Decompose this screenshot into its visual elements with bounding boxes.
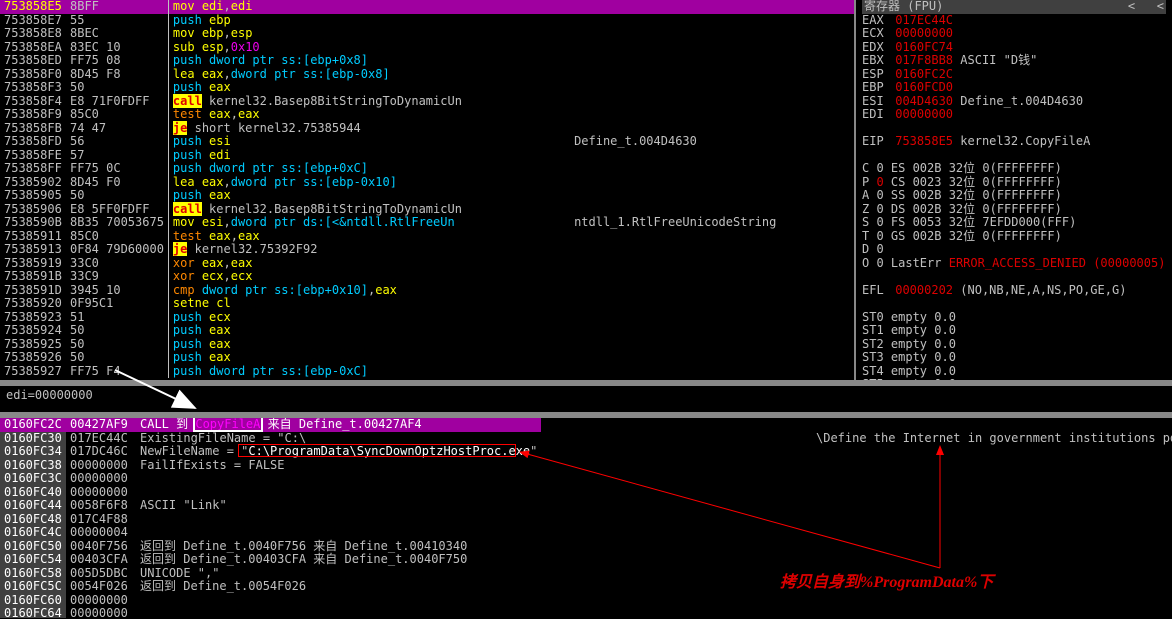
stack-row[interactable]: 0160FC500040F756返回到 Define_t.0040F756 来自… [0,540,541,554]
stack-row[interactable]: 0160FC5400403CFA返回到 Define_t.00403CFA 来自… [0,553,541,567]
register-line: S 0 FS 0053 32位 7EFDD000(FFF) [862,216,1166,230]
highlight-box-newfilename [238,444,516,457]
disasm-row[interactable]: 753859200F95C1setne cl [0,297,854,311]
register-line: EFL 00000202 (NO,NB,NE,A,NS,PO,GE,G) [862,284,1166,298]
disasm-row[interactable]: 75385927FF75 F4push dword ptr ss:[ebp-0x… [0,365,854,379]
stack-row[interactable]: 0160FC3C00000000 [0,472,541,486]
disasm-row[interactable]: 7538591D3945 10cmp dword ptr ss:[ebp+0x1… [0,284,854,298]
registers-pane[interactable]: 寄存器 (FPU)< < EAX 017EC44C ECX 00000000 E… [856,0,1172,380]
stack-row[interactable]: 0160FC440058F6F8ASCII "Link" [0,499,541,513]
register-line: ST1 empty 0.0 [862,324,1166,338]
highlight-box-copyfilea [193,418,263,432]
register-line: EDI 00000000 [862,108,1166,122]
disasm-row[interactable]: 753858EDFF75 08push dword ptr ss:[ebp+0x… [0,54,854,68]
register-line: D 0 [862,243,1166,257]
disasm-row[interactable]: 753858FFFF75 0Cpush dword ptr ss:[ebp+0x… [0,162,854,176]
register-line: EBP 0160FCD0 [862,81,1166,95]
disasm-row[interactable]: 753858F08D45 F8lea eax,dword ptr ss:[ebp… [0,68,854,82]
disasm-row[interactable]: 7538591185C0test eax,eax [0,230,854,244]
register-line: ST0 empty 0.0 [862,311,1166,325]
stack-row[interactable]: 0160FC30017EC44CExistingFileName = "C:\\… [0,432,541,446]
stack-row[interactable]: 0160FC3800000000FailIfExists = FALSE [0,459,541,473]
stack-pane[interactable]: 0160FC2C00427AF9CALL 到 CopyFileA 来自 Defi… [0,418,1172,618]
register-line: ESI 004D4630 Define_t.004D4630 [862,95,1166,109]
register-line: ST5 empty 0.0 [862,378,1166,380]
register-line: EIP 753858E5 kernel32.CopyFileA [862,135,1166,149]
disasm-row[interactable]: 753858FE57push edi [0,149,854,163]
info-line: edi=00000000 [0,386,1172,412]
disasm-row[interactable]: 753858F4E8 71F0FDFFcall kernel32.Basep8B… [0,95,854,109]
disasm-row[interactable]: 7538591B33C9xor ecx,ecx [0,270,854,284]
disasm-row[interactable]: 7538592650push eax [0,351,854,365]
register-line: EDX 0160FC74 [862,41,1166,55]
disasm-row[interactable]: 75385906E8 5FF0FDFFcall kernel32.Basep8B… [0,203,854,217]
stack-row[interactable]: 0160FC58005D5DBCUNICODE "," [0,567,541,581]
stack-row[interactable]: 0160FC6400000000 [0,607,541,618]
disasm-row[interactable]: 7538592351push ecx [0,311,854,325]
stack-row[interactable]: 0160FC48017C4F88 [0,513,541,527]
stack-row[interactable]: 0160FC4000000000 [0,486,541,500]
disasm-row[interactable]: 753858F350push eax [0,81,854,95]
register-line: ESP 0160FC2C [862,68,1166,82]
disasm-row[interactable]: 753858EA83EC 10sub esp,0x10 [0,41,854,55]
disasm-row[interactable]: 753858FB74 47je short kernel32.75385944 [0,122,854,136]
disassembly-pane[interactable]: 753858E58BFFmov edi,edi753858E755push eb… [0,0,854,380]
register-line: ST3 empty 0.0 [862,351,1166,365]
register-line: ECX 00000000 [862,27,1166,41]
disasm-row[interactable]: 753858E58BFFmov edi,edi [0,0,854,14]
register-line [862,297,1166,311]
register-line: C 0 ES 002B 32位 0(FFFFFFFF) [862,162,1166,176]
disasm-row[interactable]: 753858FD56push esiDefine_t.004D4630 [0,135,854,149]
disasm-row[interactable]: 753858F985C0test eax,eax [0,108,854,122]
stack-row[interactable]: 0160FC2C00427AF9CALL 到 CopyFileA 来自 Defi… [0,418,541,432]
register-line: ST2 empty 0.0 [862,338,1166,352]
disasm-row[interactable]: 7538590B8B35 70053675mov esi,dword ptr d… [0,216,854,230]
register-line: Z 0 DS 002B 32位 0(FFFFFFFF) [862,203,1166,217]
red-annotation-text: 拷贝自身到%ProgramData%下 [780,568,993,592]
register-line: P 0 CS 0023 32位 0(FFFFFFFF) [862,176,1166,190]
register-line: EAX 017EC44C [862,14,1166,28]
stack-row[interactable]: 0160FC5C0054F026返回到 Define_t.0054F026 [0,580,541,594]
disasm-row[interactable]: 753859130F84 79D60000je kernel32.75392F9… [0,243,854,257]
disasm-row[interactable]: 753858E88BECmov ebp,esp [0,27,854,41]
stack-row[interactable]: 0160FC4C00000004 [0,526,541,540]
register-line: A 0 SS 002B 32位 0(FFFFFFFF) [862,189,1166,203]
register-line [862,122,1166,136]
disasm-row[interactable]: 7538592450push eax [0,324,854,338]
disasm-row[interactable]: 7538591933C0xor eax,eax [0,257,854,271]
register-line: EBX 017F8BB8 ASCII "D钱" [862,54,1166,68]
disasm-row[interactable]: 753859028D45 F0lea eax,dword ptr ss:[ebp… [0,176,854,190]
disasm-row[interactable]: 7538590550push eax [0,189,854,203]
register-line: ST4 empty 0.0 [862,365,1166,379]
registers-title: 寄存器 (FPU)< < [862,0,1166,14]
register-line: T 0 GS 002B 32位 0(FFFFFFFF) [862,230,1166,244]
disasm-row[interactable]: 7538592550push eax [0,338,854,352]
register-line [862,149,1166,163]
disasm-row[interactable]: 753858E755push ebp [0,14,854,28]
stack-row[interactable]: 0160FC6000000000 [0,594,541,608]
register-line [862,270,1166,284]
register-line: O 0 LastErr ERROR_ACCESS_DENIED (0000000… [862,257,1166,271]
